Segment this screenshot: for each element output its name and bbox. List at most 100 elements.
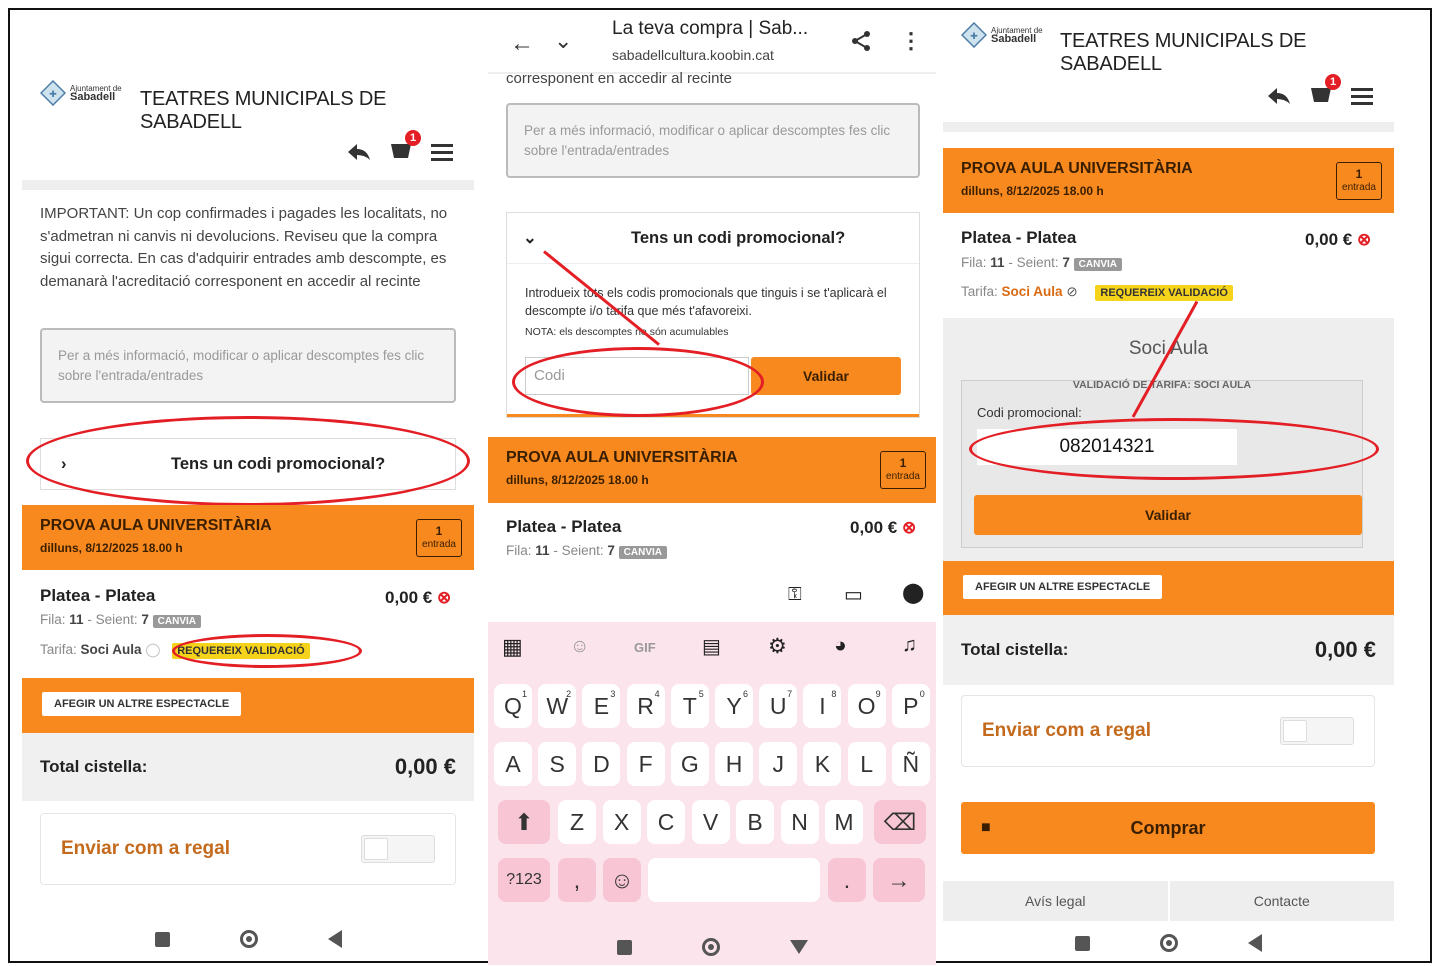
settings-gear-icon[interactable]: ⚙	[768, 634, 787, 659]
sabadell-logo-icon: ✚	[40, 80, 66, 106]
change-seat-tag[interactable]: CANVIA	[1073, 258, 1122, 271]
key-a[interactable]: A	[494, 742, 532, 786]
comma-key[interactable]: ,	[558, 858, 596, 902]
key-n[interactable]: N	[780, 800, 819, 844]
reply-icon[interactable]	[1267, 86, 1291, 106]
key-y[interactable]: Y6	[715, 684, 753, 728]
key-x[interactable]: X	[602, 800, 641, 844]
edit-circle-icon[interactable]: ◯	[145, 642, 160, 657]
key-f[interactable]: F	[626, 742, 665, 786]
edit-circle-icon[interactable]: ⊘	[1066, 284, 1077, 299]
more-options-icon[interactable]: ⋮	[900, 28, 922, 54]
key-w[interactable]: W2	[538, 684, 577, 728]
key-b[interactable]: B	[736, 800, 774, 844]
enter-key[interactable]: →	[873, 858, 925, 902]
hide-keyboard-icon[interactable]	[789, 940, 808, 954]
remove-ticket-icon[interactable]: ⊗	[1357, 230, 1371, 249]
share-icon[interactable]	[850, 30, 872, 52]
tariff-value[interactable]: Soci Aula	[81, 642, 142, 657]
recents-icon[interactable]	[616, 939, 632, 955]
key-r[interactable]: R4	[626, 684, 665, 728]
add-show-button[interactable]: AFEGIR UN ALTRE ESPECTACLE	[42, 692, 242, 716]
change-seat-tag[interactable]: CANVIA	[152, 615, 201, 628]
shift-key[interactable]: ⬆	[498, 800, 550, 844]
key-v[interactable]: V	[691, 800, 730, 844]
key-l[interactable]: L	[847, 742, 886, 786]
browser-url[interactable]: sabadellcultura.koobin.cat	[612, 47, 774, 63]
key-c[interactable]: C	[647, 800, 685, 844]
tariff-value[interactable]: Soci Aula	[1002, 284, 1063, 299]
reply-icon[interactable]	[347, 142, 371, 162]
location-pin-icon[interactable]: ⬤	[902, 580, 924, 605]
contact-link[interactable]: Contacte	[1170, 881, 1395, 921]
key-t[interactable]: T5	[670, 684, 709, 728]
back-arrow-icon[interactable]: ←	[510, 30, 534, 58]
add-show-bar: AFEGIR UN ALTRE ESPECTACLE	[943, 561, 1394, 615]
requires-validation-tag[interactable]: REQUEREIX VALIDACIÓ	[1095, 285, 1233, 301]
key-d[interactable]: D	[582, 742, 621, 786]
period-key[interactable]: .	[828, 858, 866, 902]
site-logo[interactable]: ✚ Ajuntament de Sabadell	[40, 80, 122, 106]
add-show-button[interactable]: AFEGIR UN ALTRE ESPECTACLE	[963, 575, 1163, 599]
key-p[interactable]: P0	[891, 684, 930, 728]
promo-panel: ⌄ Tens un codi promocional? Introdueix t…	[506, 212, 920, 418]
validate-button[interactable]: Validar	[751, 357, 901, 395]
promo-header[interactable]: ⌄ Tens un codi promocional?	[507, 213, 919, 264]
key-e[interactable]: E3	[582, 684, 621, 728]
site-logo[interactable]: ✚ Ajuntament de Sabadell	[961, 22, 1043, 48]
gif-button[interactable]: GIF	[634, 640, 656, 655]
card-icon[interactable]: ▭	[844, 582, 863, 607]
back-icon[interactable]	[327, 930, 342, 948]
key-m[interactable]: M	[825, 800, 863, 844]
backspace-key[interactable]: ⌫	[874, 800, 926, 844]
seat-title: Platea - Platea	[506, 517, 622, 536]
promo-code-input[interactable]: 082014321	[977, 429, 1237, 465]
buy-button[interactable]: ■ Comprar	[961, 802, 1375, 854]
price-value: 0,00 €	[385, 588, 433, 607]
recents-icon[interactable]	[154, 931, 170, 947]
menu-icon[interactable]	[431, 143, 453, 161]
home-icon[interactable]	[1160, 934, 1178, 952]
home-icon[interactable]	[239, 930, 258, 948]
apps-grid-icon[interactable]: ▦	[502, 634, 523, 660]
remove-ticket-icon[interactable]: ⊗	[902, 518, 916, 537]
home-icon[interactable]	[701, 938, 720, 956]
sticker-icon[interactable]: ☺	[570, 636, 589, 658]
soft-keyboard: ▦ ☺ GIF ▤ ⚙ ◕ ♫ Q1W2E3R4T5Y6U7I8O9P0 ASD…	[488, 622, 936, 965]
space-key[interactable]	[648, 858, 820, 902]
promo-code-input[interactable]: Codi	[525, 357, 749, 395]
promo-code-toggle[interactable]: › Tens un codi promocional?	[40, 438, 456, 490]
requires-validation-tag[interactable]: REQUEREIX VALIDACIÓ	[172, 643, 310, 659]
buy-label: Comprar	[1130, 818, 1206, 838]
recents-icon[interactable]	[1075, 935, 1090, 951]
change-seat-tag[interactable]: CANVIA	[618, 546, 667, 559]
microphone-icon[interactable]: ♫	[902, 634, 917, 657]
key-z[interactable]: Z	[558, 800, 596, 844]
gift-toggle[interactable]	[361, 835, 435, 863]
key-j[interactable]: J	[759, 742, 798, 786]
key-i[interactable]: I8	[803, 684, 842, 728]
key-u[interactable]: U7	[759, 684, 798, 728]
menu-icon[interactable]	[1351, 87, 1373, 105]
chevron-down-icon[interactable]: ⌄	[554, 28, 572, 54]
key-g[interactable]: G	[670, 742, 709, 786]
cart-button[interactable]: 1	[1309, 74, 1341, 109]
symbols-key[interactable]: ?123	[498, 858, 550, 902]
key-ñ[interactable]: Ñ	[891, 742, 930, 786]
key-h[interactable]: H	[715, 742, 753, 786]
key-q[interactable]: Q1	[494, 684, 532, 728]
legal-link[interactable]: Avís legal	[943, 881, 1170, 921]
back-icon[interactable]	[1248, 934, 1262, 952]
key-hint: 2	[566, 689, 572, 699]
clipboard-icon[interactable]: ▤	[702, 634, 721, 659]
emoji-key[interactable]: ☺	[603, 858, 641, 902]
key-icon[interactable]: ⚿	[788, 584, 802, 605]
key-o[interactable]: O9	[847, 684, 886, 728]
gift-toggle[interactable]	[1280, 717, 1354, 745]
palette-icon[interactable]: ◕	[834, 634, 847, 658]
cart-button[interactable]: 1	[389, 130, 421, 165]
key-k[interactable]: K	[803, 742, 842, 786]
remove-ticket-icon[interactable]: ⊗	[437, 588, 451, 607]
validate-button[interactable]: Validar	[974, 495, 1362, 535]
key-s[interactable]: S	[538, 742, 577, 786]
